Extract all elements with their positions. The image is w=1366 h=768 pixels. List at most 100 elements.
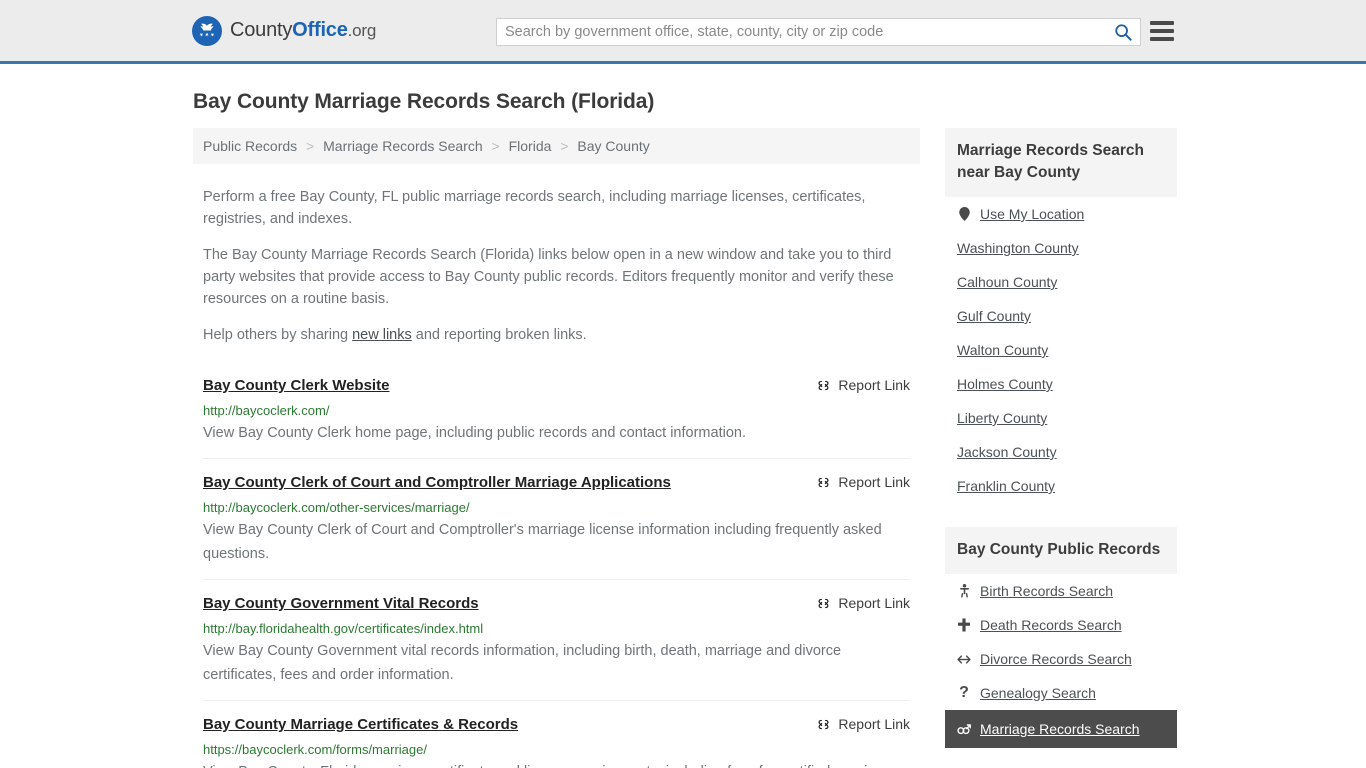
sidebar-item-washington-county[interactable]: Washington County xyxy=(945,231,1177,265)
unlink-icon xyxy=(818,598,829,608)
sidebar-nearby-link[interactable]: Washington County xyxy=(957,240,1079,256)
intro-p3-after: and reporting broken links. xyxy=(411,327,587,343)
search-button[interactable] xyxy=(1106,19,1140,45)
unlink-icon xyxy=(818,719,829,729)
sidebar-public-records-list: Birth Records Search Death Records Searc… xyxy=(945,574,1177,748)
sidebar-nearby-link[interactable]: Walton County xyxy=(957,342,1048,358)
breadcrumb-separator: > xyxy=(560,138,569,154)
site-header: CountyOffice.org xyxy=(0,0,1366,64)
breadcrumb-separator: > xyxy=(491,138,500,154)
mars-venus-icon xyxy=(957,723,971,736)
brand-part-office: Office xyxy=(292,19,348,41)
intro-paragraph-3: Help others by sharing new links and rep… xyxy=(203,324,910,346)
sidebar-nearby-heading: Marriage Records Search near Bay County xyxy=(945,128,1177,197)
double-arrow-icon xyxy=(957,654,971,665)
sidebar-item-walton-county[interactable]: Walton County xyxy=(945,333,1177,367)
result-description: View Bay County, Florida marriage certif… xyxy=(203,760,910,768)
sidebar-nearby-box: Marriage Records Search near Bay County … xyxy=(945,128,1177,503)
result-title-link[interactable]: Bay County Marriage Certificates & Recor… xyxy=(203,715,518,735)
sidebar-item-gulf-county[interactable]: Gulf County xyxy=(945,299,1177,333)
report-link-label: Report Link xyxy=(838,716,910,732)
intro-p3-before: Help others by sharing xyxy=(203,327,353,343)
brand-part-org: .org xyxy=(347,21,377,40)
map-pin-icon xyxy=(957,207,971,221)
result-title-link[interactable]: Bay County Clerk of Court and Comptrolle… xyxy=(203,473,671,493)
sidebar-nearby-link[interactable]: Calhoun County xyxy=(957,274,1057,290)
sidebar-nearby-link[interactable]: Gulf County xyxy=(957,308,1031,324)
page-title: Bay County Marriage Records Search (Flor… xyxy=(193,90,655,113)
report-link-label: Report Link xyxy=(838,474,910,490)
intro-paragraph-1: Perform a free Bay County, FL public mar… xyxy=(203,189,866,227)
sidebar-item-death-records-search[interactable]: Death Records Search xyxy=(945,608,1177,642)
result-description: View Bay County Government vital records… xyxy=(203,643,842,683)
result-item: Bay County Clerk Website Report Link htt… xyxy=(203,368,910,458)
sidebar-nearby-list: Use My Location Washington County Calhou… xyxy=(945,197,1177,503)
result-title-link[interactable]: Bay County Clerk Website xyxy=(203,376,389,396)
result-description: View Bay County Clerk home page, includi… xyxy=(203,425,746,441)
result-item: Bay County Clerk of Court and Comptrolle… xyxy=(203,458,910,579)
sidebar-nearby-link[interactable]: Use My Location xyxy=(980,206,1084,222)
result-title-link[interactable]: Bay County Government Vital Records xyxy=(203,594,479,614)
report-link-button[interactable]: Report Link xyxy=(816,473,910,490)
eagle-stars-logo-icon xyxy=(192,15,222,46)
results-list: Bay County Clerk Website Report Link htt… xyxy=(193,368,920,768)
hamburger-menu-icon[interactable] xyxy=(1150,21,1174,41)
sidebar-record-link[interactable]: Genealogy Search xyxy=(980,685,1096,701)
sidebar-item-franklin-county[interactable]: Franklin County xyxy=(945,469,1177,503)
brand-wordmark: CountyOffice.org xyxy=(230,19,376,42)
sidebar-nearby-link[interactable]: Liberty County xyxy=(957,410,1047,426)
sidebar-item-genealogy-search[interactable]: ? Genealogy Search xyxy=(945,676,1177,710)
breadcrumb-item-bay-county: Bay County xyxy=(577,138,650,154)
sidebar-public-records-heading: Bay County Public Records xyxy=(945,527,1177,574)
search-bar xyxy=(496,18,1141,46)
report-link-label: Report Link xyxy=(838,595,910,611)
sidebar-record-link[interactable]: Divorce Records Search xyxy=(980,651,1132,667)
result-url[interactable]: http://baycoclerk.com/ xyxy=(203,402,910,419)
sidebar-item-holmes-county[interactable]: Holmes County xyxy=(945,367,1177,401)
result-item: Bay County Marriage Certificates & Recor… xyxy=(203,700,910,768)
baby-icon xyxy=(957,584,971,598)
sidebar-item-birth-records-search[interactable]: Birth Records Search xyxy=(945,574,1177,608)
page-body: Bay County Marriage Records Search (Flor… xyxy=(0,64,1366,768)
sidebar-item-use-my-location[interactable]: Use My Location xyxy=(945,197,1177,231)
sidebar: Marriage Records Search near Bay County … xyxy=(945,128,1177,768)
report-link-button[interactable]: Report Link xyxy=(816,376,910,393)
sidebar-item-marriage-records-search[interactable]: Marriage Records Search xyxy=(945,710,1177,748)
result-url[interactable]: http://baycoclerk.com/other-services/mar… xyxy=(203,499,910,516)
result-url[interactable]: https://baycoclerk.com/forms/marriage/ xyxy=(203,741,910,758)
sidebar-record-link[interactable]: Death Records Search xyxy=(980,617,1122,633)
brand-part-county: County xyxy=(230,19,293,41)
breadcrumb: Public Records > Marriage Records Search… xyxy=(193,128,920,164)
sidebar-record-link[interactable]: Marriage Records Search xyxy=(980,721,1140,737)
breadcrumb-item-florida[interactable]: Florida xyxy=(509,138,552,154)
sidebar-record-link[interactable]: Birth Records Search xyxy=(980,583,1113,599)
breadcrumb-item-public-records[interactable]: Public Records xyxy=(203,138,297,154)
intro-paragraph-2: The Bay County Marriage Records Search (… xyxy=(203,247,894,307)
sidebar-public-records-box: Bay County Public Records Birth Records … xyxy=(945,527,1177,748)
report-link-label: Report Link xyxy=(838,377,910,393)
new-links-link[interactable]: new links xyxy=(352,327,412,343)
sidebar-nearby-link[interactable]: Holmes County xyxy=(957,376,1053,392)
report-link-button[interactable]: Report Link xyxy=(816,594,910,611)
sidebar-item-divorce-records-search[interactable]: Divorce Records Search xyxy=(945,642,1177,676)
sidebar-nearby-link[interactable]: Jackson County xyxy=(957,444,1057,460)
intro-text: Perform a free Bay County, FL public mar… xyxy=(193,164,920,346)
sidebar-item-calhoun-county[interactable]: Calhoun County xyxy=(945,265,1177,299)
breadcrumb-item-marriage-records-search[interactable]: Marriage Records Search xyxy=(323,138,483,154)
unlink-icon xyxy=(818,380,829,390)
question-mark-icon: ? xyxy=(959,684,969,701)
breadcrumb-separator: > xyxy=(306,138,315,154)
sidebar-item-liberty-county[interactable]: Liberty County xyxy=(945,401,1177,435)
site-logo-link[interactable]: CountyOffice.org xyxy=(192,15,376,46)
main-content: Public Records > Marriage Records Search… xyxy=(193,128,920,768)
cross-icon xyxy=(957,618,971,632)
report-link-button[interactable]: Report Link xyxy=(816,715,910,732)
result-url[interactable]: http://bay.floridahealth.gov/certificate… xyxy=(203,620,910,637)
sidebar-nearby-link[interactable]: Franklin County xyxy=(957,478,1055,494)
search-icon xyxy=(1115,24,1132,41)
result-item: Bay County Government Vital Records Repo… xyxy=(203,579,910,700)
sidebar-item-jackson-county[interactable]: Jackson County xyxy=(945,435,1177,469)
result-description: View Bay County Clerk of Court and Compt… xyxy=(203,522,882,562)
unlink-icon xyxy=(818,477,829,487)
search-input[interactable] xyxy=(497,19,1106,45)
